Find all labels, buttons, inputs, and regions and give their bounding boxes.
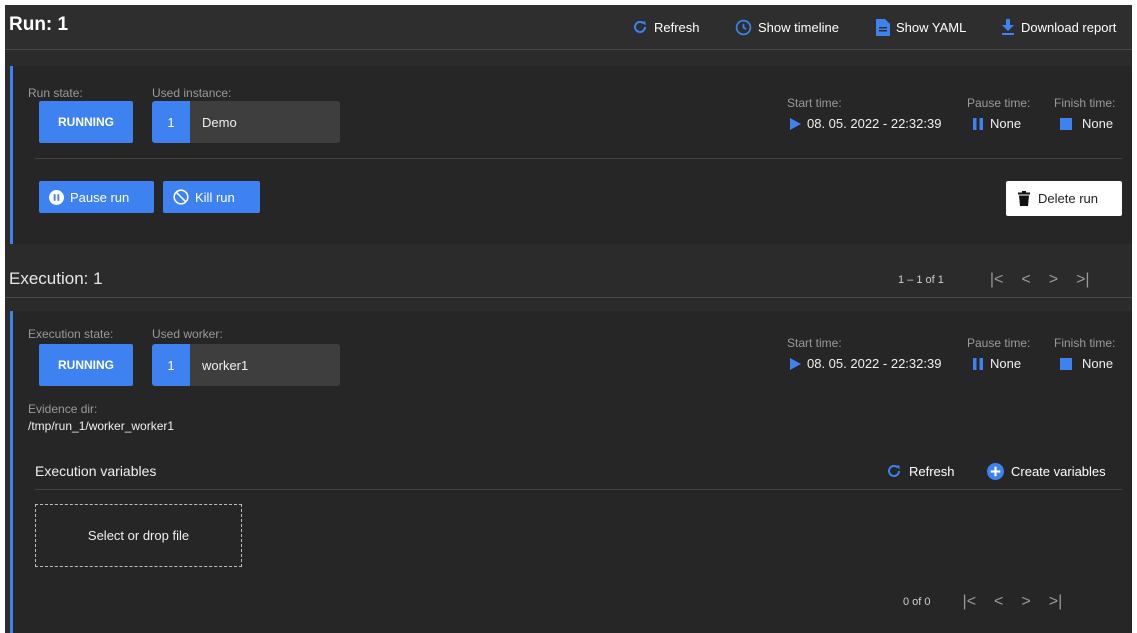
divider [35,158,1122,159]
finish-time-value: None [1060,116,1113,131]
refresh-icon [888,464,900,477]
finish-time-label: Finish time: [1054,96,1116,110]
worker-name: worker1 [190,344,340,386]
page-header: Run: 1 Refresh Show timeline Show YAML D… [5,5,1132,50]
variables-refresh-label: Refresh [909,463,955,479]
document-icon [876,18,890,36]
exec-start-time-label: Start time: [787,336,842,350]
create-variables-label: Create variables [1011,464,1106,479]
drop-zone-text: Select or drop file [87,528,190,543]
used-instance-label: Used instance: [152,86,232,100]
exec-finish-time-value: None [1060,356,1113,371]
pause-icon [973,117,983,130]
run-state-label: Run state: [28,86,83,100]
execution-panel: Execution state: Used worker: RUNNING 1 … [10,311,1132,633]
download-report-button[interactable]: Download report [1001,17,1116,37]
exec-pause-time-text: None [990,356,1022,371]
exec-start-time-text: 08. 05. 2022 - 22:32:39 [807,356,942,371]
worker-number: 1 [152,344,190,386]
exec-finish-time-label: Finish time: [1054,336,1116,350]
instance-number: 1 [152,101,190,143]
pause-run-button[interactable]: Pause run [39,181,154,213]
exec-finish-time-text: None [1082,356,1114,371]
variables-pager: 0 of 0 |< < > >| [903,593,1062,611]
next-page-icon[interactable]: > [1021,593,1030,611]
variables-refresh-button[interactable]: Refresh [886,463,955,479]
kill-run-label: Kill run [195,189,235,205]
used-worker-label: Used worker: [152,327,223,341]
page-title: Run: 1 [9,14,69,35]
execution-variables-title: Execution variables [35,463,157,479]
last-page-icon[interactable]: >| [1076,271,1090,289]
pause-time-label: Pause time: [967,96,1031,110]
stop-icon [1060,357,1072,370]
variables-pager-range: 0 of 0 [903,596,931,608]
show-timeline-label: Show timeline [758,19,839,35]
exec-start-time-value: 08. 05. 2022 - 22:32:39 [790,356,941,371]
play-icon [790,357,801,370]
show-yaml-button[interactable]: Show YAML [876,17,966,37]
show-timeline-button[interactable]: Show timeline [735,17,839,37]
kill-run-button[interactable]: Kill run [163,181,260,213]
start-time-label: Start time: [787,96,842,110]
start-time-value: 08. 05. 2022 - 22:32:39 [790,116,941,131]
instance-selector[interactable]: 1 Demo [152,101,340,143]
pause-time-value: None [972,116,1021,131]
prev-page-icon[interactable]: < [1021,271,1030,289]
execution-state-label: Execution state: [28,327,114,341]
pause-time-text: None [990,116,1022,131]
execution-header: Execution: 1 1 – 1 of 1 |< < > >| [5,260,1132,298]
refresh-icon [634,20,646,33]
pager-range: 1 – 1 of 1 [898,274,944,286]
exec-pause-time-value: None [972,356,1021,371]
evidence-dir-value: /tmp/run_1/worker_worker1 [28,419,175,433]
exec-pause-time-label: Pause time: [967,336,1031,350]
start-time-text: 08. 05. 2022 - 22:32:39 [807,116,942,131]
play-icon [790,117,801,130]
prev-page-icon[interactable]: < [994,593,1003,611]
evidence-dir-label: Evidence dir: [28,402,98,416]
run-state-badge: RUNNING [39,101,133,143]
create-variables-button[interactable]: Create variables [987,463,1106,480]
delete-run-button[interactable]: Delete run [1006,181,1122,216]
stop-icon [1060,117,1072,130]
instance-name: Demo [190,101,340,143]
worker-selector[interactable]: 1 worker1 [152,344,340,386]
next-page-icon[interactable]: > [1049,271,1058,289]
block-icon [173,189,189,205]
divider [35,489,1122,490]
run-detail-page: Run: 1 Refresh Show timeline Show YAML D… [5,5,1132,633]
add-circle-icon [987,463,1004,480]
pause-run-label: Pause run [70,189,130,205]
trash-icon [1018,191,1030,206]
show-yaml-label: Show YAML [896,19,967,35]
pause-icon [973,357,983,370]
execution-state-badge: RUNNING [39,344,133,386]
delete-run-label: Delete run [1038,191,1098,206]
run-info-panel: Run state: Used instance: RUNNING 1 Demo… [10,66,1132,244]
refresh-button[interactable]: Refresh [632,17,700,37]
finish-time-text: None [1082,116,1114,131]
execution-pager: 1 – 1 of 1 |< < > >| [898,271,1090,289]
file-drop-zone[interactable]: Select or drop file [35,504,242,567]
first-page-icon[interactable]: |< [990,271,1004,289]
download-icon [1002,19,1014,35]
pause-circle-icon [49,189,64,205]
execution-title: Execution: 1 [9,269,103,288]
refresh-label: Refresh [654,19,700,35]
last-page-icon[interactable]: >| [1049,593,1063,611]
first-page-icon[interactable]: |< [963,593,977,611]
download-report-label: Download report [1021,19,1117,35]
clock-icon [735,19,752,35]
